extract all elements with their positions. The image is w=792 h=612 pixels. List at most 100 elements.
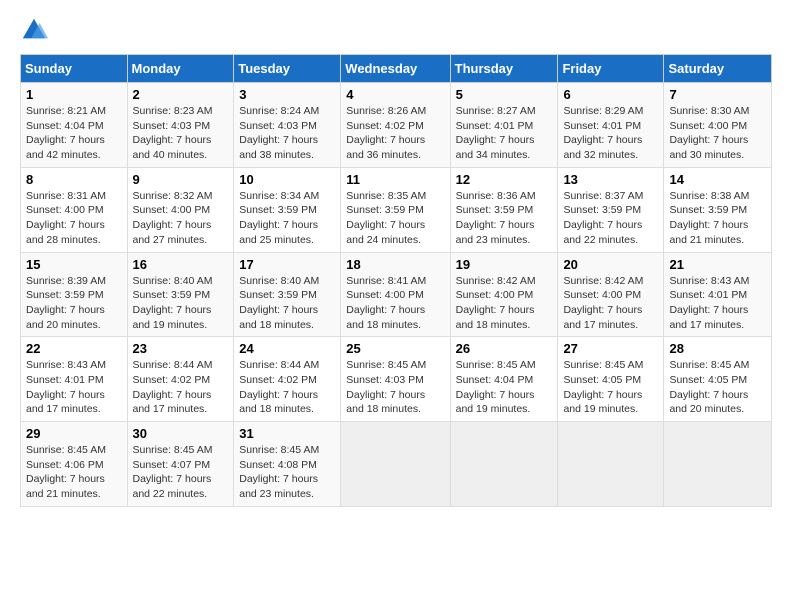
day-number: 6 bbox=[563, 87, 658, 102]
calendar-cell: 9 Sunrise: 8:32 AM Sunset: 4:00 PM Dayli… bbox=[127, 167, 234, 252]
day-info: Sunrise: 8:43 AM Sunset: 4:01 PM Dayligh… bbox=[26, 358, 122, 417]
day-number: 18 bbox=[346, 257, 444, 272]
day-info: Sunrise: 8:45 AM Sunset: 4:05 PM Dayligh… bbox=[669, 358, 766, 417]
day-number: 14 bbox=[669, 172, 766, 187]
calendar-cell: 22 Sunrise: 8:43 AM Sunset: 4:01 PM Dayl… bbox=[21, 337, 128, 422]
day-number: 4 bbox=[346, 87, 444, 102]
calendar-cell: 8 Sunrise: 8:31 AM Sunset: 4:00 PM Dayli… bbox=[21, 167, 128, 252]
calendar-cell: 7 Sunrise: 8:30 AM Sunset: 4:00 PM Dayli… bbox=[664, 83, 772, 168]
calendar-cell: 27 Sunrise: 8:45 AM Sunset: 4:05 PM Dayl… bbox=[558, 337, 664, 422]
day-number: 17 bbox=[239, 257, 335, 272]
day-info: Sunrise: 8:44 AM Sunset: 4:02 PM Dayligh… bbox=[239, 358, 335, 417]
day-number: 1 bbox=[26, 87, 122, 102]
calendar-week-4: 22 Sunrise: 8:43 AM Sunset: 4:01 PM Dayl… bbox=[21, 337, 772, 422]
calendar-table: SundayMondayTuesdayWednesdayThursdayFrid… bbox=[20, 54, 772, 507]
calendar-cell: 25 Sunrise: 8:45 AM Sunset: 4:03 PM Dayl… bbox=[341, 337, 450, 422]
calendar-week-5: 29 Sunrise: 8:45 AM Sunset: 4:06 PM Dayl… bbox=[21, 422, 772, 507]
day-info: Sunrise: 8:31 AM Sunset: 4:00 PM Dayligh… bbox=[26, 189, 122, 248]
calendar-cell: 14 Sunrise: 8:38 AM Sunset: 3:59 PM Dayl… bbox=[664, 167, 772, 252]
day-info: Sunrise: 8:21 AM Sunset: 4:04 PM Dayligh… bbox=[26, 104, 122, 163]
logo-icon bbox=[20, 16, 48, 44]
day-info: Sunrise: 8:26 AM Sunset: 4:02 PM Dayligh… bbox=[346, 104, 444, 163]
day-info: Sunrise: 8:36 AM Sunset: 3:59 PM Dayligh… bbox=[456, 189, 553, 248]
header bbox=[20, 16, 772, 44]
calendar-cell: 28 Sunrise: 8:45 AM Sunset: 4:05 PM Dayl… bbox=[664, 337, 772, 422]
day-number: 28 bbox=[669, 341, 766, 356]
calendar-cell: 31 Sunrise: 8:45 AM Sunset: 4:08 PM Dayl… bbox=[234, 422, 341, 507]
day-info: Sunrise: 8:37 AM Sunset: 3:59 PM Dayligh… bbox=[563, 189, 658, 248]
calendar-cell bbox=[664, 422, 772, 507]
day-info: Sunrise: 8:45 AM Sunset: 4:05 PM Dayligh… bbox=[563, 358, 658, 417]
calendar-cell bbox=[450, 422, 558, 507]
day-number: 23 bbox=[133, 341, 229, 356]
day-number: 19 bbox=[456, 257, 553, 272]
calendar-cell: 23 Sunrise: 8:44 AM Sunset: 4:02 PM Dayl… bbox=[127, 337, 234, 422]
calendar-cell: 10 Sunrise: 8:34 AM Sunset: 3:59 PM Dayl… bbox=[234, 167, 341, 252]
day-info: Sunrise: 8:40 AM Sunset: 3:59 PM Dayligh… bbox=[239, 274, 335, 333]
calendar-cell: 1 Sunrise: 8:21 AM Sunset: 4:04 PM Dayli… bbox=[21, 83, 128, 168]
calendar-cell: 30 Sunrise: 8:45 AM Sunset: 4:07 PM Dayl… bbox=[127, 422, 234, 507]
day-number: 31 bbox=[239, 426, 335, 441]
calendar-cell: 19 Sunrise: 8:42 AM Sunset: 4:00 PM Dayl… bbox=[450, 252, 558, 337]
day-info: Sunrise: 8:45 AM Sunset: 4:06 PM Dayligh… bbox=[26, 443, 122, 502]
day-info: Sunrise: 8:34 AM Sunset: 3:59 PM Dayligh… bbox=[239, 189, 335, 248]
day-number: 20 bbox=[563, 257, 658, 272]
day-info: Sunrise: 8:45 AM Sunset: 4:07 PM Dayligh… bbox=[133, 443, 229, 502]
weekday-header-wednesday: Wednesday bbox=[341, 55, 450, 83]
day-info: Sunrise: 8:24 AM Sunset: 4:03 PM Dayligh… bbox=[239, 104, 335, 163]
day-info: Sunrise: 8:45 AM Sunset: 4:04 PM Dayligh… bbox=[456, 358, 553, 417]
day-info: Sunrise: 8:41 AM Sunset: 4:00 PM Dayligh… bbox=[346, 274, 444, 333]
day-number: 30 bbox=[133, 426, 229, 441]
day-number: 27 bbox=[563, 341, 658, 356]
calendar-cell: 16 Sunrise: 8:40 AM Sunset: 3:59 PM Dayl… bbox=[127, 252, 234, 337]
day-number: 24 bbox=[239, 341, 335, 356]
day-number: 16 bbox=[133, 257, 229, 272]
day-number: 22 bbox=[26, 341, 122, 356]
day-number: 15 bbox=[26, 257, 122, 272]
calendar-cell: 4 Sunrise: 8:26 AM Sunset: 4:02 PM Dayli… bbox=[341, 83, 450, 168]
calendar-week-2: 8 Sunrise: 8:31 AM Sunset: 4:00 PM Dayli… bbox=[21, 167, 772, 252]
weekday-header-sunday: Sunday bbox=[21, 55, 128, 83]
day-number: 9 bbox=[133, 172, 229, 187]
day-number: 3 bbox=[239, 87, 335, 102]
calendar-cell: 20 Sunrise: 8:42 AM Sunset: 4:00 PM Dayl… bbox=[558, 252, 664, 337]
day-number: 21 bbox=[669, 257, 766, 272]
day-number: 8 bbox=[26, 172, 122, 187]
calendar-week-1: 1 Sunrise: 8:21 AM Sunset: 4:04 PM Dayli… bbox=[21, 83, 772, 168]
day-number: 13 bbox=[563, 172, 658, 187]
day-number: 10 bbox=[239, 172, 335, 187]
calendar-cell: 18 Sunrise: 8:41 AM Sunset: 4:00 PM Dayl… bbox=[341, 252, 450, 337]
calendar-cell: 5 Sunrise: 8:27 AM Sunset: 4:01 PM Dayli… bbox=[450, 83, 558, 168]
calendar-week-3: 15 Sunrise: 8:39 AM Sunset: 3:59 PM Dayl… bbox=[21, 252, 772, 337]
day-number: 2 bbox=[133, 87, 229, 102]
day-info: Sunrise: 8:45 AM Sunset: 4:03 PM Dayligh… bbox=[346, 358, 444, 417]
calendar-cell: 15 Sunrise: 8:39 AM Sunset: 3:59 PM Dayl… bbox=[21, 252, 128, 337]
calendar-cell: 21 Sunrise: 8:43 AM Sunset: 4:01 PM Dayl… bbox=[664, 252, 772, 337]
day-info: Sunrise: 8:42 AM Sunset: 4:00 PM Dayligh… bbox=[456, 274, 553, 333]
day-info: Sunrise: 8:27 AM Sunset: 4:01 PM Dayligh… bbox=[456, 104, 553, 163]
day-info: Sunrise: 8:40 AM Sunset: 3:59 PM Dayligh… bbox=[133, 274, 229, 333]
day-info: Sunrise: 8:39 AM Sunset: 3:59 PM Dayligh… bbox=[26, 274, 122, 333]
weekday-header-tuesday: Tuesday bbox=[234, 55, 341, 83]
calendar-cell: 13 Sunrise: 8:37 AM Sunset: 3:59 PM Dayl… bbox=[558, 167, 664, 252]
day-info: Sunrise: 8:29 AM Sunset: 4:01 PM Dayligh… bbox=[563, 104, 658, 163]
calendar-cell: 24 Sunrise: 8:44 AM Sunset: 4:02 PM Dayl… bbox=[234, 337, 341, 422]
day-info: Sunrise: 8:43 AM Sunset: 4:01 PM Dayligh… bbox=[669, 274, 766, 333]
logo bbox=[20, 16, 52, 44]
day-info: Sunrise: 8:35 AM Sunset: 3:59 PM Dayligh… bbox=[346, 189, 444, 248]
page: SundayMondayTuesdayWednesdayThursdayFrid… bbox=[0, 0, 792, 612]
day-number: 5 bbox=[456, 87, 553, 102]
calendar-cell: 26 Sunrise: 8:45 AM Sunset: 4:04 PM Dayl… bbox=[450, 337, 558, 422]
calendar-cell: 11 Sunrise: 8:35 AM Sunset: 3:59 PM Dayl… bbox=[341, 167, 450, 252]
calendar-cell bbox=[558, 422, 664, 507]
weekday-header-thursday: Thursday bbox=[450, 55, 558, 83]
day-info: Sunrise: 8:44 AM Sunset: 4:02 PM Dayligh… bbox=[133, 358, 229, 417]
day-number: 12 bbox=[456, 172, 553, 187]
day-number: 26 bbox=[456, 341, 553, 356]
day-info: Sunrise: 8:30 AM Sunset: 4:00 PM Dayligh… bbox=[669, 104, 766, 163]
calendar-cell: 3 Sunrise: 8:24 AM Sunset: 4:03 PM Dayli… bbox=[234, 83, 341, 168]
calendar-cell: 6 Sunrise: 8:29 AM Sunset: 4:01 PM Dayli… bbox=[558, 83, 664, 168]
weekday-header-friday: Friday bbox=[558, 55, 664, 83]
day-info: Sunrise: 8:42 AM Sunset: 4:00 PM Dayligh… bbox=[563, 274, 658, 333]
calendar-cell: 12 Sunrise: 8:36 AM Sunset: 3:59 PM Dayl… bbox=[450, 167, 558, 252]
